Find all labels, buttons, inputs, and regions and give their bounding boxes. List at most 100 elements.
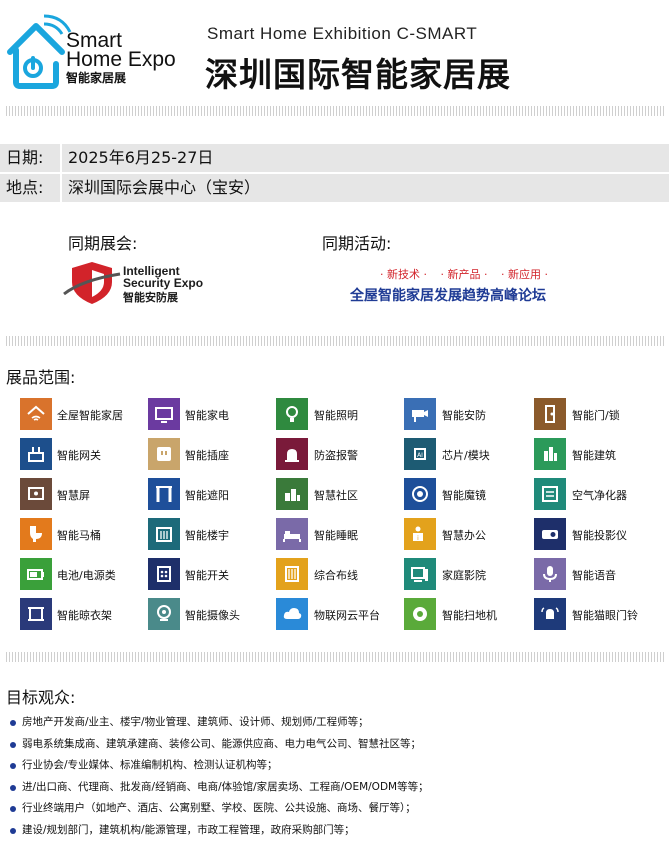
product-label: 智能网关: [57, 449, 101, 462]
robot-vacuum-icon: [404, 598, 436, 630]
security-expo-name-line2: Security Expo: [123, 276, 204, 290]
cabling-icon: [276, 558, 308, 590]
bed-icon: [276, 518, 308, 550]
air-purifier-icon: [534, 478, 566, 510]
product-label: 智能睡眠: [314, 529, 358, 542]
product-item: 智能睡眠: [276, 518, 406, 550]
security-expo-logo: [62, 260, 122, 306]
screen-icon: [20, 478, 52, 510]
curtain-icon: [148, 478, 180, 510]
product-item: i 智慧办公: [404, 518, 534, 550]
toilet-icon: [20, 518, 52, 550]
product-item: 智慧社区: [276, 478, 406, 510]
product-label: 智能建筑: [572, 449, 616, 462]
divider-stripe: [6, 336, 666, 346]
product-item: 智能马桶: [20, 518, 150, 550]
product-label: 智能家电: [185, 409, 229, 422]
divider-stripe: [6, 106, 666, 116]
product-label: 智能魔镜: [442, 489, 486, 502]
products-title: 展品范围:: [6, 368, 76, 387]
product-item: 智能插座: [148, 438, 278, 470]
product-label: 智能楼宇: [185, 529, 229, 542]
product-label: 智能猫眼门铃: [572, 609, 638, 622]
date-row: 日期: 2025年6月25-27日: [0, 144, 669, 172]
product-item: AI 芯片/模块: [404, 438, 534, 470]
bulb-icon: [276, 398, 308, 430]
product-item: 智能遮阳: [148, 478, 278, 510]
logo-text-line3: 智能家居展: [66, 71, 127, 85]
logo-text-line2: Home Expo: [66, 48, 176, 71]
tv-icon: [148, 398, 180, 430]
product-label: 全屋智能家居: [57, 409, 123, 422]
product-item: 智能安防: [404, 398, 534, 430]
product-item: 智能语音: [534, 558, 664, 590]
product-label: 智能语音: [572, 569, 616, 582]
product-label: 智能晾衣架: [57, 609, 112, 622]
product-label: 空气净化器: [572, 489, 627, 502]
product-label: 智能马桶: [57, 529, 101, 542]
product-item: 家庭影院: [404, 558, 534, 590]
product-label: 家庭影院: [442, 569, 486, 582]
venue-value: 深圳国际会展中心（宝安）: [62, 174, 669, 202]
activity-tag: · 新应用 ·: [501, 268, 548, 281]
product-item: 智慧屏: [20, 478, 150, 510]
product-item: 智能晾衣架: [20, 598, 150, 630]
product-item: 智能建筑: [534, 438, 664, 470]
activity-tag: · 新产品 ·: [440, 268, 488, 281]
alarm-icon: [276, 438, 308, 470]
concurrent-activity-title: 同期活动:: [322, 234, 392, 253]
projector-icon: [534, 518, 566, 550]
socket-icon: [148, 438, 180, 470]
product-item: 智能摄像头: [148, 598, 278, 630]
activity-tag: · 新技术 ·: [380, 268, 427, 281]
audience-item: 行业终端用户（如地产、酒店、公寓别墅、学校、医院、公共设施、商场、餐厅等）；: [8, 798, 429, 820]
header-title-cn: 深圳国际智能家居展: [205, 55, 511, 94]
product-label: 芯片/模块: [442, 449, 490, 462]
audience-item: 弱电系统集成商、建筑承建商、装修公司、能源供应商、电力电气公司、智慧社区等；: [8, 734, 429, 756]
product-label: 智慧社区: [314, 489, 358, 502]
product-label: 物联网云平台: [314, 609, 380, 622]
product-label: 智能投影仪: [572, 529, 627, 542]
gateway-icon: [20, 438, 52, 470]
shield-icon: [63, 262, 121, 304]
battery-icon: [20, 558, 52, 590]
svg-text:AI: AI: [417, 452, 423, 459]
camera-icon: [404, 398, 436, 430]
product-item: 全屋智能家居: [20, 398, 150, 430]
product-label: 防盗报警: [314, 449, 358, 462]
product-item: 物联网云平台: [276, 598, 406, 630]
product-label: 智能安防: [442, 409, 486, 422]
community-icon: [276, 478, 308, 510]
smart-home-expo-logo: [4, 12, 74, 92]
audience-item: 房地产开发商/业主、楼宇/物业管理、建筑师、设计师、规划师/工程师等；: [8, 712, 429, 734]
switch-icon: [148, 558, 180, 590]
date-label: 日期:: [0, 144, 60, 172]
building-icon: [534, 438, 566, 470]
chip-icon: AI: [404, 438, 436, 470]
product-label: 智能插座: [185, 449, 229, 462]
cloud-icon: [276, 598, 308, 630]
product-item: 智能开关: [148, 558, 278, 590]
clothes-rack-icon: [20, 598, 52, 630]
product-label: 智能遮阳: [185, 489, 229, 502]
audience-item: 进/出口商、代理商、批发商/经销商、电商/体验馆/家居卖场、工程商/OEM/OD…: [8, 777, 429, 799]
cinema-icon: [404, 558, 436, 590]
product-item: 智能照明: [276, 398, 406, 430]
microphone-icon: [534, 558, 566, 590]
activity-forum-name: 全屋智能家居发展趋势高峰论坛: [350, 288, 546, 304]
product-item: 综合布线: [276, 558, 406, 590]
doorbell-icon: [534, 598, 566, 630]
product-item: 防盗报警: [276, 438, 406, 470]
venue-label: 地点:: [0, 174, 60, 202]
door-lock-icon: [534, 398, 566, 430]
product-item: 智能扫地机: [404, 598, 534, 630]
audience-item: 行业协会/专业媒体、标准编制机构、检测认证机构等；: [8, 755, 429, 777]
product-item: 电池/电源类: [20, 558, 150, 590]
product-label: 智慧屏: [57, 489, 90, 502]
divider-stripe: [6, 652, 666, 662]
audience-title: 目标观众:: [6, 688, 76, 707]
product-label: 智慧办公: [442, 529, 486, 542]
concurrent-exhibition-title: 同期展会:: [68, 234, 138, 253]
house-logo-icon: [7, 14, 72, 89]
security-expo-name-cn: 智能安防展: [123, 292, 178, 304]
